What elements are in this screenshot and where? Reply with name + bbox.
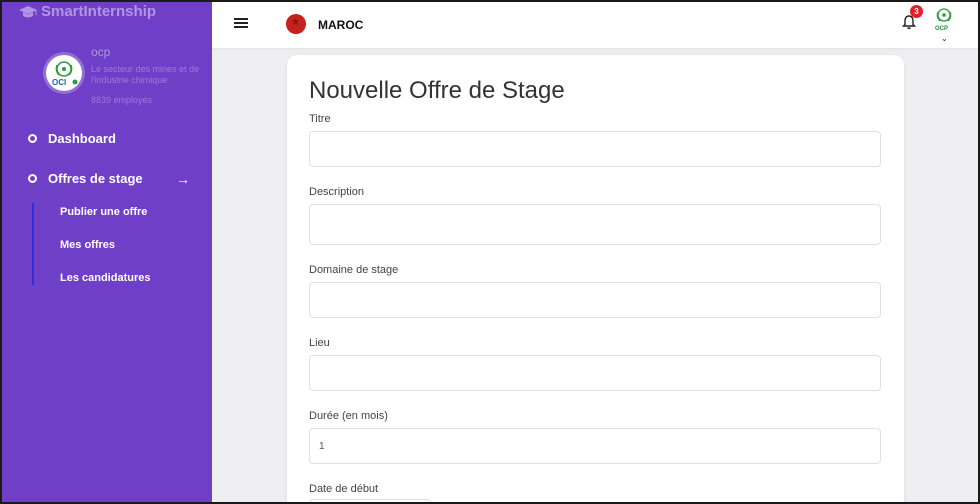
organization-logo-text: OCI	[52, 78, 66, 87]
circle-bullet-icon	[28, 174, 37, 183]
morocco-flag-icon: ★	[286, 14, 306, 34]
organization-sector: Le secteur des mines et de l'industrie c…	[91, 64, 200, 85]
notification-badge: 3	[910, 5, 923, 18]
sidebar: SmartInternship OCI ocp Le secteur des m…	[2, 2, 212, 502]
country-label: MAROC	[318, 18, 364, 32]
hamburger-menu-icon[interactable]	[234, 18, 248, 29]
page-title: Nouvelle Offre de Stage	[309, 77, 565, 104]
sidebar-item-offres[interactable]: Offres de stage →	[28, 171, 198, 187]
domaine-label: Domaine de stage	[309, 264, 399, 276]
top-bar: ★ MAROC 3 OCP ⌄	[212, 2, 978, 48]
date-debut-label: Date de début	[309, 483, 379, 495]
sidebar-subitem-mes-offres[interactable]: Mes offres	[60, 239, 115, 251]
chevron-down-icon[interactable]: ⌄	[941, 34, 948, 43]
new-offer-form: Nouvelle Offre de Stage Titre Descriptio…	[287, 55, 904, 502]
date-debut-input[interactable]	[309, 499, 431, 502]
organization-employees: 8839 employés	[91, 95, 153, 105]
sidebar-subitem-candidatures[interactable]: Les candidatures	[60, 272, 150, 284]
duree-label: Durée (en mois)	[309, 410, 388, 422]
domaine-input[interactable]	[309, 282, 881, 318]
duree-input[interactable]	[309, 428, 881, 464]
brand-name: SmartInternship	[41, 3, 157, 20]
avatar-label: OCP	[935, 26, 949, 32]
titre-label: Titre	[309, 113, 331, 125]
organization-logo: OCI	[46, 55, 82, 91]
circle-bullet-icon	[28, 134, 37, 143]
app-window: SmartInternship OCI ocp Le secteur des m…	[0, 0, 980, 504]
avatar[interactable]	[934, 6, 954, 26]
brand[interactable]: SmartInternship	[18, 3, 156, 20]
sidebar-item-dashboard[interactable]: Dashboard	[28, 131, 116, 146]
lieu-input[interactable]	[309, 355, 881, 391]
lieu-label: Lieu	[309, 337, 330, 349]
titre-input[interactable]	[309, 131, 881, 167]
description-textarea[interactable]	[309, 204, 881, 245]
arrow-right-icon: →	[176, 171, 190, 187]
submenu-active-indicator	[32, 203, 34, 285]
graduation-cap-icon	[19, 5, 37, 17]
organization-name: ocp	[91, 45, 111, 59]
sidebar-subitem-publier[interactable]: Publier une offre	[60, 206, 147, 218]
sidebar-item-label: Offres de stage	[48, 171, 143, 186]
description-label: Description	[309, 186, 365, 198]
sidebar-item-label: Dashboard	[48, 131, 116, 146]
